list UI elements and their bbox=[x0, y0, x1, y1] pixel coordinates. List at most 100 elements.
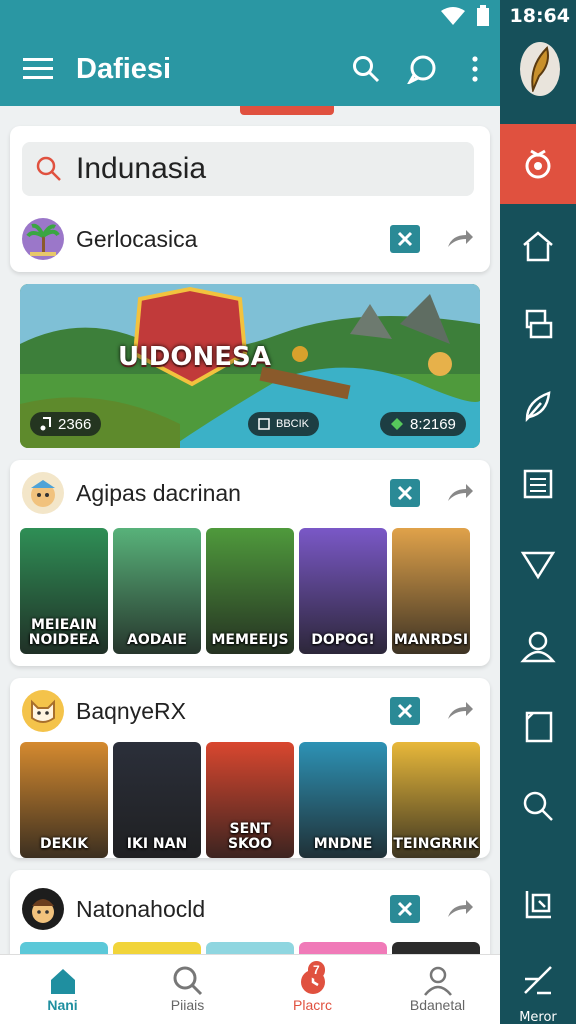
gear-icon bbox=[525, 149, 551, 179]
share-button[interactable] bbox=[442, 479, 478, 507]
nav-profile[interactable]: Bdanetal bbox=[375, 955, 500, 1024]
chat-button[interactable] bbox=[394, 32, 450, 106]
game-tile[interactable]: DOPOG! bbox=[299, 528, 387, 654]
game-tile[interactable]: TEINGRRIK bbox=[392, 742, 480, 858]
game-tile[interactable] bbox=[206, 942, 294, 954]
stat-value: 2366 bbox=[58, 415, 92, 433]
main-content: Indunasia Gerlocasica UIDONESA 2366 BBCI… bbox=[0, 116, 500, 954]
nav-label: Piiais bbox=[170, 997, 205, 1013]
banner-stat-middle: BBCIK bbox=[248, 412, 320, 436]
section-avatar bbox=[22, 472, 64, 514]
rail-item-edit[interactable] bbox=[500, 366, 576, 446]
side-rail: 18:64 Meror bbox=[500, 0, 576, 1024]
banner-logo-text: UIDONESA bbox=[118, 342, 271, 372]
close-icon bbox=[397, 901, 413, 917]
feather-emblem-icon bbox=[531, 46, 549, 92]
more-vert-icon bbox=[472, 56, 478, 82]
nav-places[interactable]: 7 Placrc bbox=[250, 955, 375, 1024]
dismiss-button[interactable] bbox=[390, 225, 420, 253]
menu-button[interactable] bbox=[0, 32, 76, 106]
rail-label: Meror bbox=[519, 1010, 557, 1024]
rail-item-files[interactable] bbox=[500, 284, 576, 364]
section-header: Agipas dacrinan bbox=[22, 468, 478, 518]
section-card: Agipas dacrinan MEIEAIN NOIDEEA AODAIE M… bbox=[10, 460, 490, 666]
share-arrow-icon bbox=[448, 702, 473, 719]
game-tile[interactable]: AODAIE bbox=[113, 528, 201, 654]
game-tile-row: MEIEAIN NOIDEEA AODAIE MEMEEIJS DOPOG! M… bbox=[20, 528, 470, 654]
game-tile[interactable] bbox=[20, 942, 108, 954]
nav-search[interactable]: Piiais bbox=[125, 955, 250, 1024]
wifi-icon bbox=[441, 7, 465, 25]
cat-face-icon bbox=[31, 699, 55, 723]
rail-item-library[interactable] bbox=[500, 864, 576, 944]
game-tile[interactable]: IKI NAN bbox=[113, 742, 201, 858]
rail-item-users[interactable] bbox=[500, 606, 576, 686]
section-card: BaqnyeRX DEKIK IKI NAN SENT SKOO MNDNE T… bbox=[10, 678, 490, 858]
section-title: BaqnyeRX bbox=[76, 697, 186, 724]
game-tile[interactable]: MEIEAIN NOIDEEA bbox=[20, 528, 108, 654]
tile-caption: SENT SKOO bbox=[227, 821, 273, 852]
search-icon bbox=[173, 966, 202, 996]
document-icon bbox=[525, 309, 553, 339]
game-tile[interactable]: MNDNE bbox=[299, 742, 387, 858]
library-icon bbox=[525, 891, 551, 919]
search-button[interactable] bbox=[338, 32, 394, 106]
game-tile[interactable]: MANRDSI bbox=[392, 528, 470, 654]
section-avatar bbox=[22, 888, 64, 930]
section-title: Gerlocasica bbox=[76, 225, 198, 252]
character-face-icon bbox=[32, 899, 54, 923]
search-query: Indunasia bbox=[76, 152, 207, 185]
featured-banner[interactable]: UIDONESA 2366 BBCIK 8:2169 bbox=[20, 284, 480, 448]
nav-home[interactable]: Nani bbox=[0, 955, 125, 1024]
tile-caption: IKI NAN bbox=[126, 836, 188, 852]
share-button[interactable] bbox=[442, 225, 478, 253]
close-icon bbox=[397, 703, 413, 719]
rail-item-list[interactable] bbox=[500, 444, 576, 524]
share-button[interactable] bbox=[442, 697, 478, 725]
banner-stat-right: 8:2169 bbox=[380, 412, 466, 436]
search-card: Indunasia Gerlocasica bbox=[10, 126, 490, 272]
game-tile-row-partial bbox=[20, 942, 480, 954]
game-tile[interactable]: MEMEEIJS bbox=[206, 528, 294, 654]
dismiss-button[interactable] bbox=[390, 479, 420, 507]
game-tile[interactable]: SENT SKOO bbox=[206, 742, 294, 858]
share-arrow-icon bbox=[448, 900, 473, 917]
game-tile[interactable] bbox=[113, 942, 201, 954]
battery-icon bbox=[477, 5, 489, 26]
search-input[interactable]: Indunasia bbox=[22, 142, 474, 196]
search-icon bbox=[523, 791, 553, 821]
game-tile-row: DEKIK IKI NAN SENT SKOO MNDNE TEINGRRIK bbox=[20, 742, 480, 858]
feather-icon bbox=[525, 391, 551, 423]
nav-label: Nani bbox=[47, 997, 78, 1013]
nav-label: Placrc bbox=[293, 997, 332, 1013]
section-title: Agipas dacrinan bbox=[76, 479, 241, 506]
rail-item-menu[interactable] bbox=[500, 950, 576, 1010]
dismiss-button[interactable] bbox=[390, 697, 420, 725]
section-card: Natonahocld bbox=[10, 870, 490, 954]
share-button[interactable] bbox=[442, 895, 478, 923]
tile-caption: DEKIK bbox=[39, 836, 89, 852]
section-header: BaqnyeRX bbox=[22, 686, 478, 736]
section-header: Gerlocasica bbox=[22, 214, 478, 264]
bottom-navigation: Nani Piiais 7 Placrc Bdanetal bbox=[0, 954, 500, 1024]
game-tile[interactable] bbox=[392, 942, 480, 954]
music-note-icon bbox=[40, 417, 51, 431]
triangle-down-icon bbox=[520, 551, 556, 580]
profile-avatar[interactable] bbox=[520, 42, 560, 96]
dismiss-button[interactable] bbox=[390, 895, 420, 923]
search-icon bbox=[353, 56, 380, 83]
rail-item-settings[interactable] bbox=[500, 124, 576, 204]
rail-item-home[interactable] bbox=[500, 206, 576, 286]
game-tile[interactable] bbox=[299, 942, 387, 954]
status-bar bbox=[0, 0, 500, 32]
rail-item-search[interactable] bbox=[500, 766, 576, 846]
tile-caption: MEMEEIJS bbox=[211, 632, 289, 648]
page-icon bbox=[525, 711, 553, 743]
more-button[interactable] bbox=[450, 32, 500, 106]
share-arrow-icon bbox=[448, 484, 473, 501]
tile-caption: AODAIE bbox=[127, 632, 187, 648]
rail-item-page[interactable] bbox=[500, 686, 576, 766]
game-tile[interactable]: DEKIK bbox=[20, 742, 108, 858]
rail-item-filter[interactable] bbox=[500, 524, 576, 604]
section-avatar bbox=[22, 218, 64, 260]
